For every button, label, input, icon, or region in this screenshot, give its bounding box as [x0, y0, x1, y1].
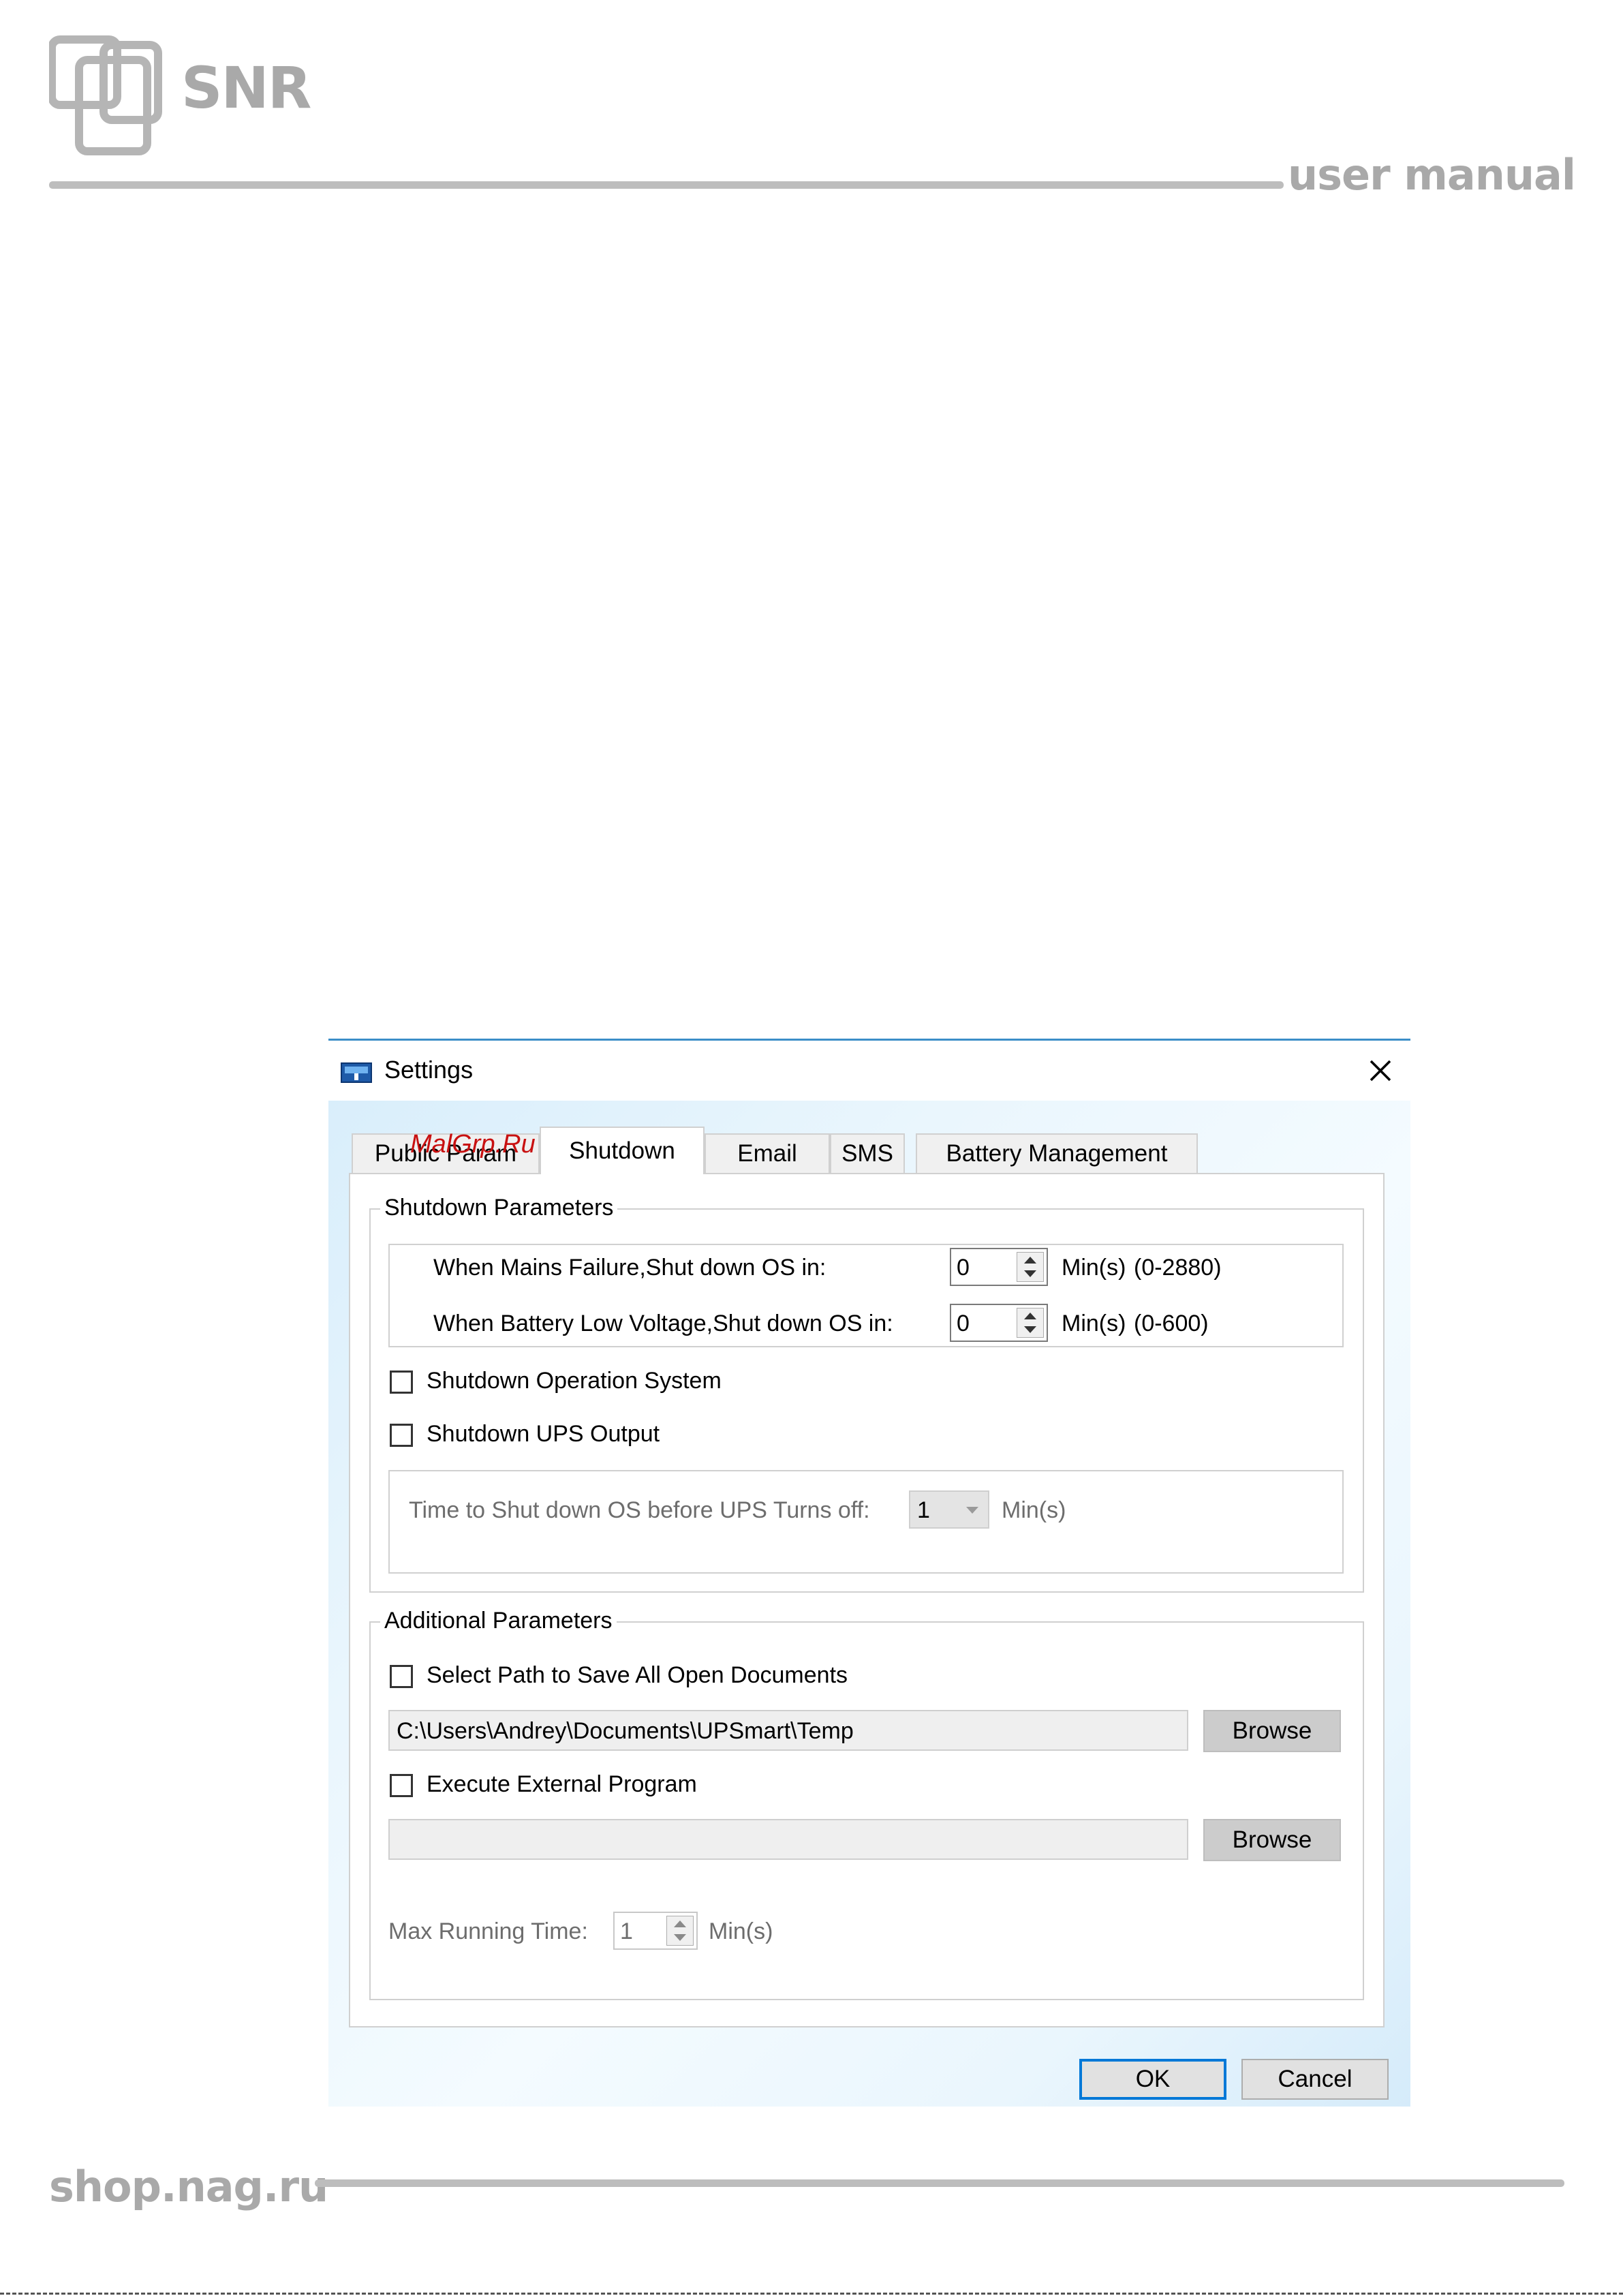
shutdown-ups-checkbox[interactable] [390, 1424, 413, 1447]
browse-program-button[interactable]: Browse [1203, 1819, 1341, 1861]
shutdown-ups-label: Shutdown UPS Output [427, 1421, 660, 1447]
max-running-time-label: Max Running Time: [388, 1918, 588, 1944]
save-path-field[interactable]: C:\Users\Andrey\Documents\UPSmart\Temp [388, 1710, 1188, 1751]
header-title: user manual [1288, 150, 1576, 200]
time-before-unit: Min(s) [1002, 1497, 1066, 1523]
page-bottom-border [0, 2293, 1623, 2295]
execute-program-label: Execute External Program [427, 1771, 697, 1797]
shutdown-parameters-legend: Shutdown Parameters [380, 1195, 618, 1221]
mains-failure-unit: Min(s) [1062, 1255, 1126, 1281]
execute-program-path-field[interactable] [388, 1819, 1188, 1860]
max-running-time-value: 1 [620, 1918, 633, 1944]
snr-logo-icon [49, 35, 162, 155]
time-before-label: Time to Shut down OS before UPS Turns of… [409, 1497, 870, 1523]
spinner-arrows-icon[interactable] [1017, 1308, 1044, 1338]
settings-dialog: Settings Public Param Shutdown Email SMS… [328, 1039, 1410, 2107]
header-divider [49, 181, 1284, 189]
dialog-client-area: Public Param Shutdown Email SMS Battery … [328, 1101, 1410, 2107]
browse-save-path-button[interactable]: Browse [1203, 1710, 1341, 1752]
title-bar[interactable]: Settings [328, 1041, 1410, 1101]
shutdown-parameters-group: Shutdown Parameters When Mains Failure,S… [369, 1195, 1364, 1593]
max-running-time-spinner[interactable]: 1 [613, 1912, 698, 1950]
shutdown-tab-panel: Shutdown Parameters When Mains Failure,S… [349, 1173, 1385, 2027]
tab-battery-management[interactable]: Battery Management [916, 1133, 1198, 1173]
tab-email-label: Email [737, 1140, 797, 1167]
tab-email[interactable]: Email [705, 1133, 830, 1173]
time-before-value: 1 [917, 1497, 930, 1523]
watermark-text: MalGrp.Ru [410, 1130, 536, 1159]
battery-low-label: When Battery Low Voltage,Shut down OS in… [433, 1311, 893, 1336]
logo-text: SNR [181, 55, 311, 121]
mains-failure-spinner[interactable]: 0 [950, 1248, 1048, 1286]
chevron-down-icon [966, 1507, 978, 1514]
max-running-time-unit: Min(s) [709, 1918, 773, 1944]
mains-failure-range: (0-2880) [1134, 1255, 1222, 1281]
time-before-select[interactable]: 1 [909, 1490, 989, 1529]
tab-sms[interactable]: SMS [830, 1133, 905, 1173]
mains-failure-label: When Mains Failure,Shut down OS in: [433, 1255, 826, 1281]
shutdown-os-checkbox[interactable] [390, 1371, 413, 1394]
spinner-arrows-icon[interactable] [666, 1916, 694, 1946]
close-icon[interactable] [1356, 1046, 1405, 1095]
footer-divider [315, 2179, 1564, 2187]
footer-site: shop.nag.ru [49, 2162, 328, 2211]
shutdown-timers-box: When Mains Failure,Shut down OS in: 0 Mi… [388, 1244, 1344, 1347]
ok-button[interactable]: OK [1079, 2059, 1226, 2100]
mains-failure-value: 0 [957, 1255, 970, 1281]
save-path-value: C:\Users\Andrey\Documents\UPSmart\Temp [397, 1718, 854, 1744]
battery-low-spinner[interactable]: 0 [950, 1304, 1048, 1342]
spinner-arrows-icon[interactable] [1017, 1252, 1044, 1282]
save-path-checkbox[interactable] [390, 1665, 413, 1688]
shutdown-os-label: Shutdown Operation System [427, 1368, 722, 1394]
battery-low-range: (0-600) [1134, 1311, 1209, 1336]
additional-parameters-legend: Additional Parameters [380, 1608, 617, 1634]
additional-parameters-group: Additional Parameters Select Path to Sav… [369, 1608, 1364, 2000]
app-icon [341, 1062, 372, 1083]
save-path-label: Select Path to Save All Open Documents [427, 1662, 848, 1688]
tab-sms-label: SMS [841, 1140, 893, 1167]
ups-turnoff-box: Time to Shut down OS before UPS Turns of… [388, 1470, 1344, 1574]
execute-program-checkbox[interactable] [390, 1774, 413, 1797]
tab-shutdown[interactable]: Shutdown [540, 1127, 705, 1174]
battery-low-value: 0 [957, 1311, 970, 1336]
battery-low-unit: Min(s) [1062, 1311, 1126, 1336]
dialog-title: Settings [384, 1056, 474, 1084]
cancel-button[interactable]: Cancel [1241, 2059, 1389, 2100]
